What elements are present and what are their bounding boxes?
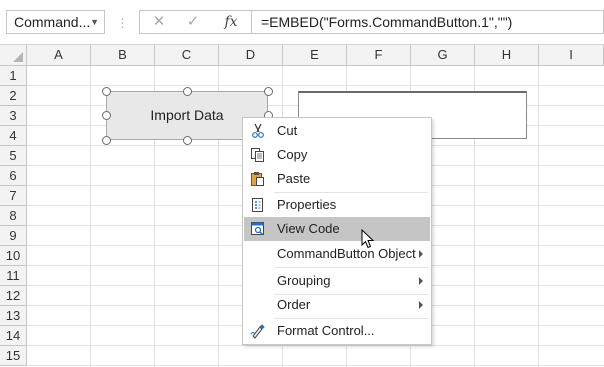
column-header-h[interactable]: H — [475, 45, 539, 66]
menu-item-format-control[interactable]: Format Control... — [244, 319, 430, 343]
paste-icon — [250, 171, 266, 187]
resize-handle-top-left[interactable] — [102, 87, 111, 96]
cancel-icon[interactable]: ✕ — [144, 11, 174, 33]
select-all-button[interactable] — [0, 45, 27, 66]
column-header-g[interactable]: G — [411, 45, 475, 66]
menu-item-label: Properties — [277, 197, 337, 212]
format-control-icon — [250, 323, 266, 339]
gridline-horizontal — [27, 85, 604, 86]
command-button-label: Import Data — [150, 107, 224, 123]
menu-item-grouping[interactable]: Grouping — [244, 269, 430, 293]
menu-item-cut[interactable]: Cut — [244, 119, 430, 143]
row-header-12[interactable]: 12 — [0, 286, 27, 306]
menu-item-paste[interactable]: Paste — [244, 167, 430, 191]
row-header-3[interactable]: 3 — [0, 106, 27, 126]
resize-handle-top-center[interactable] — [183, 87, 192, 96]
menu-item-label: Format Control... — [277, 323, 375, 338]
row-header-2[interactable]: 2 — [0, 86, 27, 106]
resize-handle-top-right[interactable] — [264, 87, 273, 96]
context-menu: Cut Copy Paste Properties View Code Comm… — [242, 117, 432, 345]
menu-item-commandbutton-object[interactable]: CommandButton Object — [244, 242, 430, 266]
row-header-11[interactable]: 11 — [0, 266, 27, 286]
formula-input[interactable]: =EMBED("Forms.CommandButton.1","") — [252, 10, 604, 34]
column-header-d[interactable]: D — [219, 45, 283, 66]
menu-item-label: Copy — [277, 147, 308, 162]
resize-handle-middle-left[interactable] — [102, 111, 111, 120]
column-header-c[interactable]: C — [155, 45, 219, 66]
column-header-a[interactable]: A — [27, 45, 91, 66]
row-header-6[interactable]: 6 — [0, 166, 27, 186]
mouse-pointer-icon — [361, 228, 375, 249]
menu-item-label: CommandButton Object — [277, 246, 416, 261]
menu-separator — [274, 267, 428, 268]
menu-item-label: Grouping — [277, 273, 331, 288]
formula-bar-grip-icon[interactable]: ⋮ — [115, 14, 129, 32]
row-header-1[interactable]: 1 — [0, 66, 27, 86]
formula-bar-buttons: ✕ ✓ fx — [139, 10, 252, 34]
column-header-i[interactable]: I — [539, 45, 604, 66]
menu-item-label: Cut — [277, 123, 298, 138]
resize-handle-bottom-left[interactable] — [102, 136, 111, 145]
row-header-9[interactable]: 9 — [0, 226, 27, 246]
menu-item-properties[interactable]: Properties — [244, 193, 430, 217]
gridline-vertical — [538, 66, 539, 367]
menu-item-label: Paste — [277, 171, 311, 186]
row-header-7[interactable]: 7 — [0, 186, 27, 206]
column-header-e[interactable]: E — [283, 45, 347, 66]
scissors-icon — [250, 123, 266, 139]
copy-icon — [250, 147, 266, 163]
row-header-10[interactable]: 10 — [0, 246, 27, 266]
row-header-4[interactable]: 4 — [0, 126, 27, 146]
row-header-5[interactable]: 5 — [0, 146, 27, 166]
row-header-14[interactable]: 14 — [0, 326, 27, 346]
menu-item-label: View Code — [277, 221, 340, 236]
submenu-arrow-icon — [419, 250, 423, 258]
name-box-value: Command... — [14, 14, 91, 30]
view-code-icon — [250, 221, 266, 237]
properties-icon — [250, 197, 266, 213]
insert-function-icon[interactable]: fx — [216, 11, 246, 33]
submenu-arrow-icon — [419, 277, 423, 285]
column-header-b[interactable]: B — [91, 45, 155, 66]
menu-item-copy[interactable]: Copy — [244, 143, 430, 167]
row-header-13[interactable]: 13 — [0, 306, 27, 326]
row-header-15[interactable]: 15 — [0, 346, 27, 366]
menu-item-label: Order — [277, 297, 311, 312]
gridline-vertical — [90, 66, 91, 367]
menu-item-view-code[interactable]: View Code — [244, 217, 430, 241]
name-box-dropdown-icon[interactable]: ▼ — [90, 11, 99, 33]
submenu-arrow-icon — [419, 301, 423, 309]
enter-icon[interactable]: ✓ — [178, 11, 208, 33]
gridline-horizontal — [27, 345, 604, 346]
resize-handle-bottom-center[interactable] — [183, 136, 192, 145]
column-header-f[interactable]: F — [347, 45, 411, 66]
row-header-8[interactable]: 8 — [0, 206, 27, 226]
menu-item-order[interactable]: Order — [244, 293, 430, 317]
gridline-horizontal — [27, 365, 604, 366]
formula-bar-area: Command... ▼ ⋮ ✕ ✓ fx =EMBED("Forms.Comm… — [0, 0, 604, 45]
name-box[interactable]: Command... ▼ — [6, 10, 105, 34]
